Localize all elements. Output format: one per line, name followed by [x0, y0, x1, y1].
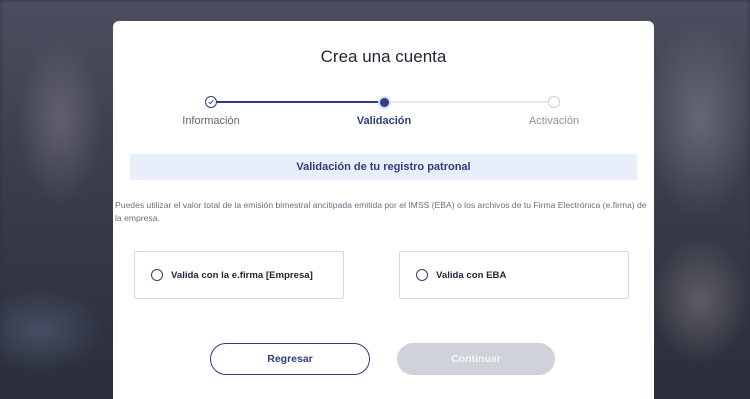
option-eba-label: Valida con EBA [436, 269, 507, 281]
option-efirma-label: Valida con la e.firma [Empresa] [171, 269, 313, 281]
step-completed-check-icon [205, 96, 217, 108]
step-active-dot-icon [378, 95, 391, 109]
option-efirma[interactable]: Valida con la e.firma [Empresa] [134, 251, 344, 299]
create-account-modal: Crea una cuenta Información Validación A… [113, 21, 654, 399]
section-description: Puedes utilizar el valor total de la emi… [115, 200, 647, 223]
section-heading: Validación de tu registro patronal [130, 154, 637, 180]
step-label-validacion: Validación [356, 115, 412, 127]
radio-eba[interactable] [416, 269, 428, 281]
continue-button[interactable]: Continuar [397, 343, 555, 375]
step-label-informacion: Información [182, 115, 240, 127]
option-eba[interactable]: Valida con EBA [399, 251, 629, 299]
section-heading-text: Validación de tu registro patronal [296, 161, 471, 173]
stepper-line-pending [384, 101, 554, 103]
step-label-activacion: Activación [528, 115, 580, 127]
step-pending-dot-icon [548, 96, 560, 108]
progress-stepper: Información Validación Activación [113, 95, 654, 156]
modal-title: Crea una cuenta [320, 47, 447, 66]
stepper-line-completed [211, 101, 384, 103]
radio-efirma[interactable] [151, 269, 163, 281]
back-button[interactable]: Regresar [210, 343, 370, 375]
